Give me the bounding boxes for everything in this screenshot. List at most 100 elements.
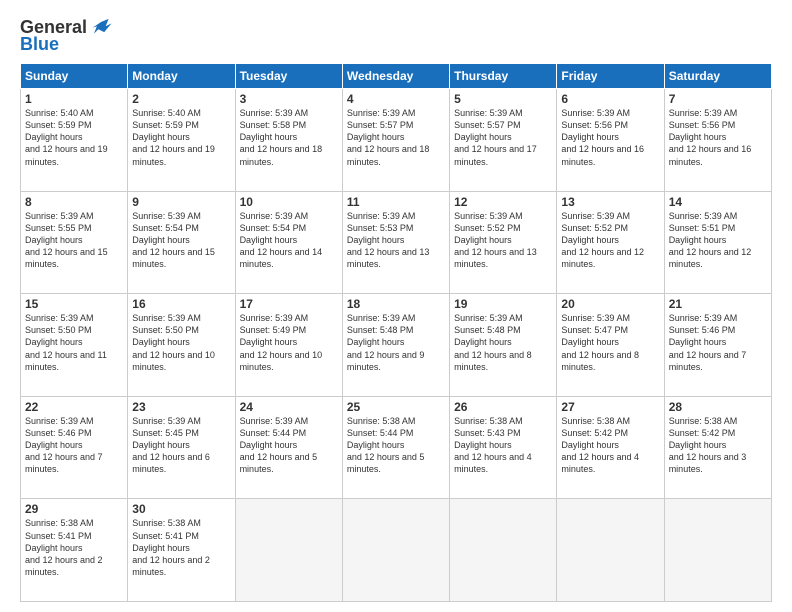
day-info: Sunrise: 5:38 AMSunset: 5:43 PMDaylight … xyxy=(454,415,552,476)
day-info: Sunrise: 5:38 AMSunset: 5:41 PMDaylight … xyxy=(132,517,230,578)
calendar-day-cell: 20 Sunrise: 5:39 AMSunset: 5:47 PMDaylig… xyxy=(557,294,664,397)
calendar-day-cell: 15 Sunrise: 5:39 AMSunset: 5:50 PMDaylig… xyxy=(21,294,128,397)
day-number: 27 xyxy=(561,400,659,414)
day-info: Sunrise: 5:39 AMSunset: 5:48 PMDaylight … xyxy=(347,312,445,373)
header-saturday: Saturday xyxy=(664,64,771,89)
day-number: 2 xyxy=(132,92,230,106)
day-number: 22 xyxy=(25,400,123,414)
calendar-week-row: 22 Sunrise: 5:39 AMSunset: 5:46 PMDaylig… xyxy=(21,396,772,499)
day-number: 24 xyxy=(240,400,338,414)
calendar-week-row: 1 Sunrise: 5:40 AMSunset: 5:59 PMDayligh… xyxy=(21,89,772,192)
calendar-week-row: 8 Sunrise: 5:39 AMSunset: 5:55 PMDayligh… xyxy=(21,191,772,294)
page: General Blue Sunday Monday Tuesday Wedne… xyxy=(0,0,792,612)
calendar-day-cell: 19 Sunrise: 5:39 AMSunset: 5:48 PMDaylig… xyxy=(450,294,557,397)
day-info: Sunrise: 5:39 AMSunset: 5:48 PMDaylight … xyxy=(454,312,552,373)
day-info: Sunrise: 5:39 AMSunset: 5:54 PMDaylight … xyxy=(132,210,230,271)
day-info: Sunrise: 5:39 AMSunset: 5:56 PMDaylight … xyxy=(669,107,767,168)
calendar-day-cell: 16 Sunrise: 5:39 AMSunset: 5:50 PMDaylig… xyxy=(128,294,235,397)
day-number: 10 xyxy=(240,195,338,209)
calendar-day-cell: 14 Sunrise: 5:39 AMSunset: 5:51 PMDaylig… xyxy=(664,191,771,294)
day-number: 18 xyxy=(347,297,445,311)
day-info: Sunrise: 5:39 AMSunset: 5:51 PMDaylight … xyxy=(669,210,767,271)
calendar-week-row: 15 Sunrise: 5:39 AMSunset: 5:50 PMDaylig… xyxy=(21,294,772,397)
day-number: 3 xyxy=(240,92,338,106)
calendar-day-cell: 23 Sunrise: 5:39 AMSunset: 5:45 PMDaylig… xyxy=(128,396,235,499)
header: General Blue xyxy=(20,16,772,55)
calendar-day-cell: 9 Sunrise: 5:39 AMSunset: 5:54 PMDayligh… xyxy=(128,191,235,294)
day-info: Sunrise: 5:39 AMSunset: 5:54 PMDaylight … xyxy=(240,210,338,271)
calendar-day-cell: 28 Sunrise: 5:38 AMSunset: 5:42 PMDaylig… xyxy=(664,396,771,499)
header-thursday: Thursday xyxy=(450,64,557,89)
calendar-day-cell: 21 Sunrise: 5:39 AMSunset: 5:46 PMDaylig… xyxy=(664,294,771,397)
calendar-table: Sunday Monday Tuesday Wednesday Thursday… xyxy=(20,63,772,602)
day-number: 20 xyxy=(561,297,659,311)
day-number: 11 xyxy=(347,195,445,209)
day-number: 26 xyxy=(454,400,552,414)
day-number: 7 xyxy=(669,92,767,106)
day-number: 19 xyxy=(454,297,552,311)
day-number: 4 xyxy=(347,92,445,106)
calendar-day-cell: 29 Sunrise: 5:38 AMSunset: 5:41 PMDaylig… xyxy=(21,499,128,602)
day-number: 9 xyxy=(132,195,230,209)
calendar-week-row: 29 Sunrise: 5:38 AMSunset: 5:41 PMDaylig… xyxy=(21,499,772,602)
day-number: 5 xyxy=(454,92,552,106)
weekday-header-row: Sunday Monday Tuesday Wednesday Thursday… xyxy=(21,64,772,89)
day-info: Sunrise: 5:39 AMSunset: 5:56 PMDaylight … xyxy=(561,107,659,168)
day-number: 16 xyxy=(132,297,230,311)
calendar-day-cell: 10 Sunrise: 5:39 AMSunset: 5:54 PMDaylig… xyxy=(235,191,342,294)
day-info: Sunrise: 5:38 AMSunset: 5:44 PMDaylight … xyxy=(347,415,445,476)
calendar-day-cell xyxy=(664,499,771,602)
day-info: Sunrise: 5:38 AMSunset: 5:42 PMDaylight … xyxy=(561,415,659,476)
calendar-day-cell: 18 Sunrise: 5:39 AMSunset: 5:48 PMDaylig… xyxy=(342,294,449,397)
header-wednesday: Wednesday xyxy=(342,64,449,89)
calendar-day-cell: 26 Sunrise: 5:38 AMSunset: 5:43 PMDaylig… xyxy=(450,396,557,499)
day-info: Sunrise: 5:38 AMSunset: 5:42 PMDaylight … xyxy=(669,415,767,476)
day-number: 28 xyxy=(669,400,767,414)
day-number: 8 xyxy=(25,195,123,209)
day-number: 17 xyxy=(240,297,338,311)
day-info: Sunrise: 5:39 AMSunset: 5:44 PMDaylight … xyxy=(240,415,338,476)
day-number: 1 xyxy=(25,92,123,106)
calendar-day-cell: 6 Sunrise: 5:39 AMSunset: 5:56 PMDayligh… xyxy=(557,89,664,192)
day-number: 15 xyxy=(25,297,123,311)
calendar-day-cell: 17 Sunrise: 5:39 AMSunset: 5:49 PMDaylig… xyxy=(235,294,342,397)
calendar-day-cell: 7 Sunrise: 5:39 AMSunset: 5:56 PMDayligh… xyxy=(664,89,771,192)
day-number: 30 xyxy=(132,502,230,516)
day-number: 23 xyxy=(132,400,230,414)
day-info: Sunrise: 5:39 AMSunset: 5:53 PMDaylight … xyxy=(347,210,445,271)
calendar-day-cell: 22 Sunrise: 5:39 AMSunset: 5:46 PMDaylig… xyxy=(21,396,128,499)
day-info: Sunrise: 5:39 AMSunset: 5:57 PMDaylight … xyxy=(454,107,552,168)
day-info: Sunrise: 5:39 AMSunset: 5:58 PMDaylight … xyxy=(240,107,338,168)
header-sunday: Sunday xyxy=(21,64,128,89)
calendar-day-cell: 8 Sunrise: 5:39 AMSunset: 5:55 PMDayligh… xyxy=(21,191,128,294)
day-number: 21 xyxy=(669,297,767,311)
calendar-day-cell: 11 Sunrise: 5:39 AMSunset: 5:53 PMDaylig… xyxy=(342,191,449,294)
calendar-day-cell: 30 Sunrise: 5:38 AMSunset: 5:41 PMDaylig… xyxy=(128,499,235,602)
calendar-day-cell: 12 Sunrise: 5:39 AMSunset: 5:52 PMDaylig… xyxy=(450,191,557,294)
calendar-day-cell xyxy=(235,499,342,602)
calendar-day-cell: 2 Sunrise: 5:40 AMSunset: 5:59 PMDayligh… xyxy=(128,89,235,192)
day-info: Sunrise: 5:40 AMSunset: 5:59 PMDaylight … xyxy=(25,107,123,168)
calendar-day-cell xyxy=(450,499,557,602)
calendar-day-cell xyxy=(557,499,664,602)
day-info: Sunrise: 5:39 AMSunset: 5:50 PMDaylight … xyxy=(25,312,123,373)
calendar-day-cell xyxy=(342,499,449,602)
logo: General Blue xyxy=(20,16,113,55)
day-info: Sunrise: 5:38 AMSunset: 5:41 PMDaylight … xyxy=(25,517,123,578)
day-info: Sunrise: 5:39 AMSunset: 5:47 PMDaylight … xyxy=(561,312,659,373)
calendar-day-cell: 25 Sunrise: 5:38 AMSunset: 5:44 PMDaylig… xyxy=(342,396,449,499)
day-number: 25 xyxy=(347,400,445,414)
day-info: Sunrise: 5:39 AMSunset: 5:45 PMDaylight … xyxy=(132,415,230,476)
day-info: Sunrise: 5:39 AMSunset: 5:52 PMDaylight … xyxy=(454,210,552,271)
day-info: Sunrise: 5:39 AMSunset: 5:52 PMDaylight … xyxy=(561,210,659,271)
calendar-day-cell: 4 Sunrise: 5:39 AMSunset: 5:57 PMDayligh… xyxy=(342,89,449,192)
day-number: 29 xyxy=(25,502,123,516)
day-number: 12 xyxy=(454,195,552,209)
day-info: Sunrise: 5:39 AMSunset: 5:50 PMDaylight … xyxy=(132,312,230,373)
day-number: 6 xyxy=(561,92,659,106)
calendar-day-cell: 1 Sunrise: 5:40 AMSunset: 5:59 PMDayligh… xyxy=(21,89,128,192)
calendar-day-cell: 24 Sunrise: 5:39 AMSunset: 5:44 PMDaylig… xyxy=(235,396,342,499)
day-info: Sunrise: 5:39 AMSunset: 5:46 PMDaylight … xyxy=(25,415,123,476)
day-info: Sunrise: 5:39 AMSunset: 5:57 PMDaylight … xyxy=(347,107,445,168)
header-tuesday: Tuesday xyxy=(235,64,342,89)
